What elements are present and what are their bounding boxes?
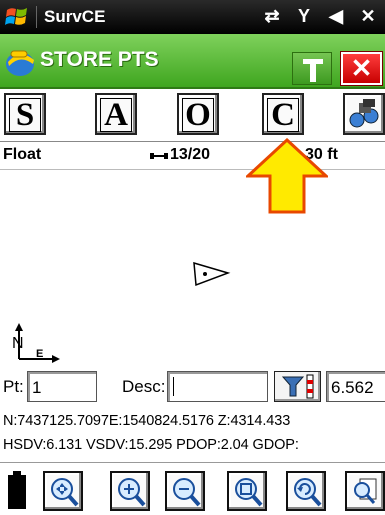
- signal-off-icon[interactable]: Y: [293, 6, 315, 28]
- survce-logo-icon: [6, 50, 34, 76]
- view-options-icon: [354, 478, 377, 504]
- mode-label-s: S: [9, 98, 41, 132]
- zoom-window-icon: [235, 478, 263, 507]
- satellite-count: 13/20: [170, 146, 211, 163]
- zoom-in-icon: [118, 478, 146, 507]
- zoom-in-button[interactable]: [110, 471, 150, 511]
- solution-status: Float: [3, 146, 42, 163]
- desc-label: Desc:: [122, 377, 166, 396]
- connectivity-icon[interactable]: ⇄: [261, 6, 283, 28]
- precision-readout: HSDV:6.131 VSDV:15.295 PDOP:2.04 GDOP:: [3, 437, 299, 453]
- point-entry-row: Pt: 1 Desc: 6.562: [0, 368, 385, 405]
- pt-label: Pt:: [3, 377, 24, 396]
- satellite-icon: [150, 153, 168, 159]
- zoom-out-icon: [173, 478, 201, 507]
- coordinate-readout: N:7437125.7097E:1540824.5176 Z:4314.433: [3, 413, 291, 429]
- windows-start-icon[interactable]: [5, 6, 29, 28]
- north-label: N: [12, 335, 24, 352]
- close-button[interactable]: ✕: [340, 51, 383, 86]
- close-window-icon[interactable]: ✕: [357, 6, 379, 28]
- zoom-previous-icon: [294, 478, 322, 507]
- mode-button-a[interactable]: A: [95, 93, 137, 135]
- mode-button-c[interactable]: C: [262, 93, 304, 135]
- zoom-extents-icon: [51, 478, 79, 507]
- mode-label-c: C: [267, 98, 299, 132]
- monitor-button[interactable]: [343, 93, 385, 135]
- title-divider: [36, 6, 37, 28]
- app-title: SurvCE: [44, 7, 106, 26]
- mode-button-o[interactable]: O: [177, 93, 219, 135]
- volume-icon[interactable]: ◀: [325, 6, 347, 28]
- binoculars-icon: [349, 99, 379, 128]
- north-arrow-icon: N E: [12, 323, 60, 363]
- height-settings-button[interactable]: [274, 371, 321, 402]
- mode-label-o: O: [182, 98, 214, 132]
- rod-height-input[interactable]: 6.562: [326, 371, 385, 402]
- view-options-button[interactable]: [345, 471, 385, 511]
- pin-button[interactable]: [292, 52, 332, 85]
- close-icon: ✕: [350, 53, 373, 83]
- zoom-window-button[interactable]: [227, 471, 267, 511]
- zoom-previous-button[interactable]: [286, 471, 326, 511]
- point-id-input[interactable]: 1: [27, 371, 97, 402]
- zoom-extents-button[interactable]: [43, 471, 83, 511]
- mode-label-a: A: [100, 98, 132, 132]
- description-input[interactable]: [167, 371, 268, 402]
- bottom-toolbar: [0, 462, 385, 515]
- rod-height-icon: [281, 374, 314, 399]
- current-position-icon: [193, 261, 231, 287]
- svg-text:E: E: [36, 348, 43, 360]
- screen-title: STORE PTS: [40, 48, 159, 71]
- zoom-out-button[interactable]: [165, 471, 205, 511]
- system-tray: ⇄ Y ◀ ✕: [261, 6, 379, 28]
- title-bar: SurvCE ⇄ Y ◀ ✕: [0, 0, 385, 34]
- pin-icon: [303, 59, 323, 82]
- mode-toolbar: S A O C: [0, 89, 385, 142]
- battery-icon: [8, 471, 26, 509]
- mode-button-s[interactable]: S: [4, 93, 46, 135]
- highlight-arrow-icon: [246, 138, 328, 214]
